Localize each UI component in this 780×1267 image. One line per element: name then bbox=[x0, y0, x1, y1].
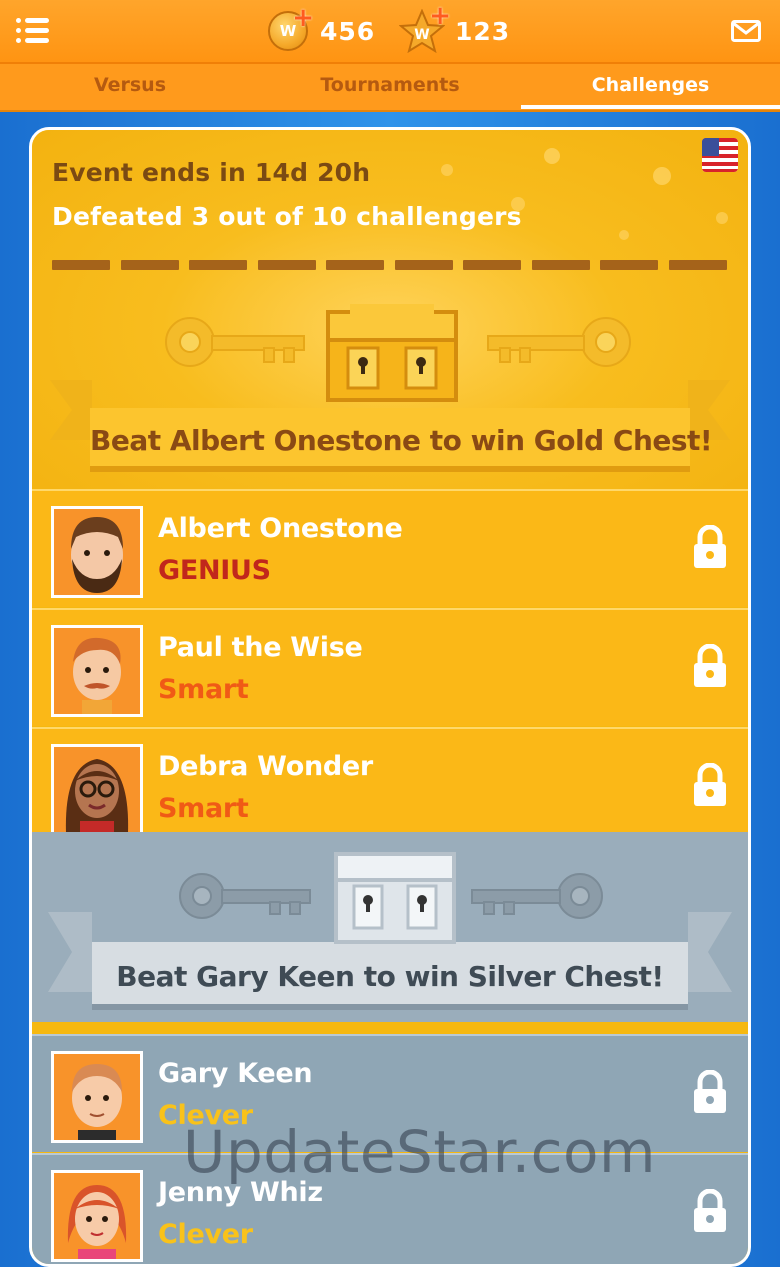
progress-segment bbox=[463, 260, 521, 270]
defeated-counter: Defeated 3 out of 10 challengers bbox=[52, 202, 522, 231]
svg-text:W: W bbox=[414, 27, 429, 43]
event-timer: Event ends in 14d 20h bbox=[52, 158, 371, 187]
challenger-name: Gary Keen bbox=[158, 1058, 313, 1089]
progress-segment bbox=[121, 260, 179, 270]
challenger-row[interactable]: Debra Wonder Smart bbox=[32, 727, 748, 845]
avatar bbox=[51, 1051, 143, 1143]
challenger-name: Albert Onestone bbox=[158, 513, 403, 544]
progress-segment bbox=[532, 260, 590, 270]
avatar bbox=[51, 744, 143, 836]
coin-icon: W + bbox=[268, 5, 314, 51]
key-icon bbox=[179, 873, 311, 919]
challenger-name: Debra Wonder bbox=[158, 751, 373, 782]
lock-icon bbox=[692, 524, 728, 569]
star-icon: W + bbox=[398, 3, 451, 54]
gold-chest-section: Event ends in 14d 20h Defeated 3 out of … bbox=[32, 130, 748, 490]
chest-icon bbox=[326, 304, 458, 402]
progress-bar bbox=[52, 260, 728, 270]
lock-icon bbox=[692, 1069, 728, 1114]
lock-icon bbox=[692, 1188, 728, 1233]
coin-count: 456 bbox=[320, 16, 376, 46]
tab-challenges[interactable]: Challenges bbox=[521, 64, 780, 108]
mail-icon[interactable] bbox=[731, 20, 761, 42]
challenger-name: Paul the Wise bbox=[158, 632, 363, 663]
progress-segment bbox=[669, 260, 727, 270]
coin-balance[interactable]: W + 456 bbox=[268, 5, 376, 53]
menu-icon[interactable] bbox=[16, 18, 50, 46]
tab-bar: Versus Tournaments Challenges bbox=[0, 64, 780, 112]
star-count: 123 bbox=[455, 16, 511, 46]
tab-tournaments[interactable]: Tournaments bbox=[260, 64, 520, 108]
challenger-level: Clever bbox=[158, 1219, 253, 1250]
progress-segment bbox=[52, 260, 110, 270]
challenges-card: Event ends in 14d 20h Defeated 3 out of … bbox=[29, 127, 751, 1267]
silver-chest-section: Beat Gary Keen to win Silver Chest! bbox=[32, 832, 748, 1022]
lock-icon bbox=[692, 762, 728, 807]
avatar bbox=[51, 506, 143, 598]
progress-segment bbox=[600, 260, 658, 270]
challenger-row[interactable]: Paul the Wise Smart bbox=[32, 608, 748, 726]
challenger-level: Smart bbox=[158, 674, 249, 705]
chest-icon bbox=[334, 852, 456, 944]
active-tab-indicator bbox=[521, 105, 780, 109]
challenger-level: Smart bbox=[158, 793, 249, 824]
challenger-row[interactable]: Albert Onestone GENIUS bbox=[32, 489, 748, 607]
avatar bbox=[51, 1170, 143, 1262]
top-bar: W + 456 W + 123 bbox=[0, 0, 780, 64]
gold-chest-banner: Beat Albert Onestone to win Gold Chest! bbox=[90, 424, 713, 457]
progress-segment bbox=[395, 260, 453, 270]
avatar bbox=[51, 625, 143, 717]
challenger-row[interactable]: Gary Keen Clever bbox=[32, 1034, 748, 1152]
challenger-name: Jenny Whiz bbox=[158, 1177, 323, 1208]
star-balance[interactable]: W + 123 bbox=[398, 3, 511, 54]
key-icon bbox=[165, 317, 305, 367]
flag-icon[interactable] bbox=[702, 138, 738, 172]
key-icon bbox=[487, 317, 631, 367]
lock-icon bbox=[692, 643, 728, 688]
key-icon bbox=[471, 873, 603, 919]
progress-segment bbox=[326, 260, 384, 270]
silver-chest-banner: Beat Gary Keen to win Silver Chest! bbox=[116, 960, 664, 993]
challenger-level: Clever bbox=[158, 1100, 253, 1131]
challenger-level: GENIUS bbox=[158, 555, 271, 586]
challenger-row[interactable]: Jenny Whiz Clever bbox=[32, 1153, 748, 1264]
progress-segment bbox=[258, 260, 316, 270]
progress-segment bbox=[189, 260, 247, 270]
tab-versus[interactable]: Versus bbox=[0, 64, 260, 108]
